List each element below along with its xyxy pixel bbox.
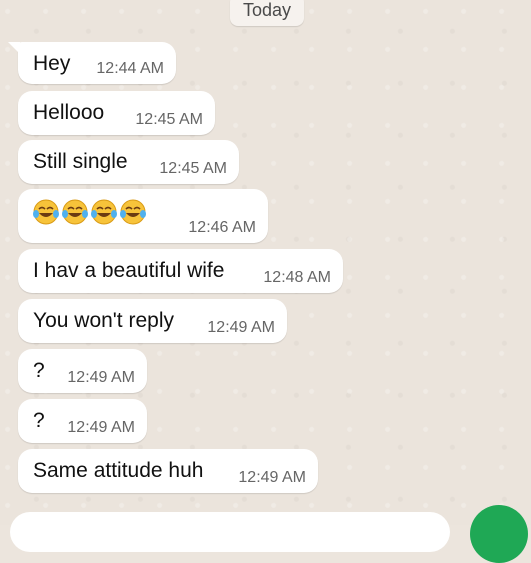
bubble-tail bbox=[8, 42, 20, 54]
message-input[interactable] bbox=[10, 512, 450, 552]
message-time: 12:46 AM bbox=[188, 219, 256, 236]
message-time: 12:49 AM bbox=[207, 319, 275, 336]
message-text: Same attitude huh bbox=[33, 459, 204, 482]
message-time: 12:48 AM bbox=[263, 269, 331, 286]
message-time: 12:44 AM bbox=[96, 60, 164, 77]
message-text: ? bbox=[33, 409, 45, 432]
message-bubble[interactable]: Same attitude huh 12:49 AM bbox=[18, 449, 318, 493]
message-bubble[interactable]: ? 12:49 AM bbox=[18, 349, 147, 393]
message-text: ? bbox=[33, 359, 45, 382]
message-text: Hellooo bbox=[33, 101, 105, 124]
mic-button[interactable] bbox=[470, 505, 528, 563]
message-time: 12:45 AM bbox=[159, 160, 227, 177]
face-with-tears-of-joy-icon bbox=[91, 199, 117, 225]
message-text: Hey bbox=[33, 52, 71, 75]
message-bubble[interactable]: ? 12:49 AM bbox=[18, 399, 147, 443]
message-bubble[interactable]: Hey 12:44 AM bbox=[8, 42, 176, 84]
message-time: 12:49 AM bbox=[67, 369, 135, 386]
message-bubble[interactable]: 12:46 AM bbox=[18, 189, 268, 243]
message-bubble[interactable]: Still single 12:45 AM bbox=[18, 140, 239, 184]
face-with-tears-of-joy-icon bbox=[62, 199, 88, 225]
message-bubble[interactable]: I hav a beautiful wife 12:48 AM bbox=[18, 249, 343, 293]
message-bubble[interactable]: You won't reply 12:49 AM bbox=[18, 299, 287, 343]
face-with-tears-of-joy-icon bbox=[33, 199, 59, 225]
message-time: 12:49 AM bbox=[67, 419, 135, 436]
message-time: 12:49 AM bbox=[238, 469, 306, 486]
emoji-row bbox=[32, 198, 147, 226]
message-text: You won't reply bbox=[33, 309, 174, 332]
message-bubble[interactable]: Hellooo 12:45 AM bbox=[18, 91, 215, 135]
message-text: Still single bbox=[33, 150, 128, 173]
message-text: I hav a beautiful wife bbox=[33, 259, 225, 282]
date-divider-label: Today bbox=[242, 0, 292, 20]
message-time: 12:45 AM bbox=[135, 111, 203, 128]
face-with-tears-of-joy-icon bbox=[120, 199, 146, 225]
date-divider: Today bbox=[230, 0, 304, 26]
